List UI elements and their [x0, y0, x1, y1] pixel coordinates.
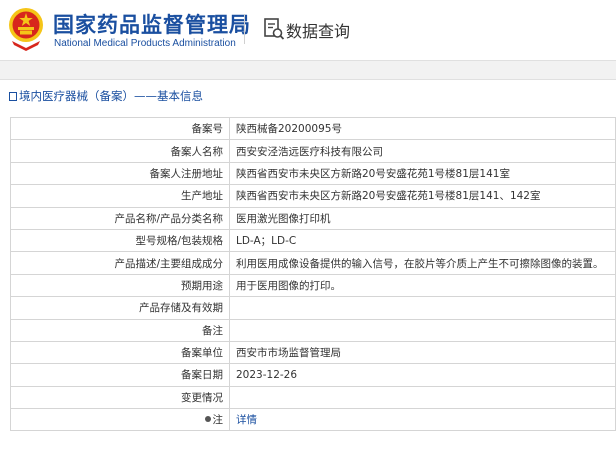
field-label: 备案日期 [10, 363, 230, 387]
table-row: 产品描述/主要组成成分 利用医用成像设备提供的输入信号，在胶片等介质上产生不可擦除… [10, 251, 616, 275]
field-label-text: 备注 [202, 324, 223, 337]
field-label-text: 产品描述/主要组成成分 [114, 257, 223, 270]
org-name-en: National Medical Products Administration [54, 38, 236, 49]
table-row: 预期用途 用于医用图像的打印。 [10, 273, 616, 298]
field-label-text: 变更情况 [181, 391, 223, 404]
field-label-text: 预期用途 [181, 279, 223, 292]
table-row: 变更情况 [10, 385, 616, 410]
details-link[interactable]: 详情 [229, 408, 616, 432]
field-label-text: 产品存储及有效期 [139, 302, 223, 315]
field-value: 医用激光图像打印机 [229, 206, 616, 230]
field-value: 陕西械备20200095号 [229, 116, 616, 141]
field-label-text: 型号规格/包装规格 [135, 235, 223, 248]
breadcrumb: 境内医疗器械（备案）——基本信息 [0, 82, 616, 110]
field-label-text: 生产地址 [181, 190, 223, 203]
field-label: 备案号 [10, 116, 230, 141]
table-row: 备案单位 西安市市场监督管理局 [10, 340, 616, 365]
nav-band [0, 60, 616, 80]
document-icon [9, 92, 17, 101]
field-label: 产品名称/产品分类名称 [10, 206, 230, 230]
field-value: 西安市市场监督管理局 [229, 340, 616, 365]
field-label-text: 备案号 [191, 123, 224, 136]
field-label: 备案人注册地址 [10, 161, 230, 186]
field-value: LD-A；LD-C [229, 228, 616, 253]
document-search-icon [264, 18, 285, 40]
field-value [229, 318, 616, 342]
field-value: 陕西省西安市未央区方新路20号安盛花苑1号楼81层141室 [229, 161, 616, 186]
field-label-text: 注 [212, 414, 224, 427]
field-label-text: 备案人注册地址 [149, 167, 224, 180]
table-row: 备注 [10, 318, 616, 342]
site-header: 国家药品监督管理局 National Medical Products Admi… [0, 0, 616, 60]
national-emblem-icon [9, 8, 43, 51]
field-label: 注 [10, 408, 230, 432]
field-label-text: 备案人名称 [170, 145, 224, 158]
field-label: 型号规格/包装规格 [10, 228, 230, 253]
field-label: 备案单位 [10, 340, 230, 365]
record-detail-table: 备案号 陕西械备20200095号 备案人名称 西安安泾浩远医疗科技有限公司 备案人注册… [10, 116, 616, 432]
field-value: 陕西省西安市未央区方新路20号安盛花苑1号楼81层141、142室 [229, 184, 616, 208]
field-label: 预期用途 [10, 273, 230, 298]
header-divider [244, 14, 245, 44]
field-value [229, 385, 616, 410]
table-row: 备案日期 2023-12-26 [10, 363, 616, 387]
data-query-title: 数据查询 [286, 22, 351, 41]
table-row: 型号规格/包装规格 LD-A；LD-C [10, 228, 616, 253]
field-value: 利用医用成像设备提供的输入信号，在胶片等介质上产生不可擦除图像的装置。 [229, 251, 616, 275]
table-row: 产品名称/产品分类名称 医用激光图像打印机 [10, 206, 616, 230]
table-row: 生产地址 陕西省西安市未央区方新路20号安盛花苑1号楼81层141、142室 [10, 184, 616, 208]
breadcrumb-text: 境内医疗器械（备案）——基本信息 [19, 89, 203, 103]
field-label: 产品存储及有效期 [10, 296, 230, 320]
table-row: 产品存储及有效期 [10, 296, 616, 320]
table-row: 备案人注册地址 陕西省西安市未央区方新路20号安盛花苑1号楼81层141室 [10, 161, 616, 186]
field-label: 生产地址 [10, 184, 230, 208]
field-value: 西安安泾浩远医疗科技有限公司 [229, 139, 616, 163]
field-label-text: 备案日期 [181, 369, 223, 382]
org-name-cn: 国家药品监督管理局 [53, 13, 251, 37]
field-value: 用于医用图像的打印。 [229, 273, 616, 298]
field-value: 2023-12-26 [229, 363, 616, 387]
field-label: 变更情况 [10, 385, 230, 410]
field-label: 备案人名称 [10, 139, 230, 163]
field-label-text: 备案单位 [181, 347, 223, 360]
field-label: 备注 [10, 318, 230, 342]
table-row: 备案人名称 西安安泾浩远医疗科技有限公司 [10, 139, 616, 163]
field-value [229, 296, 616, 320]
field-label-text: 产品名称/产品分类名称 [114, 212, 223, 225]
table-row: 备案号 陕西械备20200095号 [10, 116, 616, 141]
table-row: 注详情 [10, 408, 616, 432]
field-label: 产品描述/主要组成成分 [10, 251, 230, 275]
note-icon [204, 416, 211, 423]
